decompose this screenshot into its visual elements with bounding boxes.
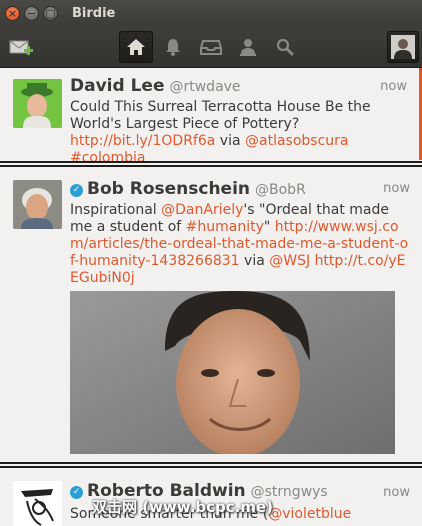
tweet-divider bbox=[0, 462, 422, 468]
author-handle[interactable]: @rtwdave bbox=[169, 79, 240, 95]
minimize-window-button[interactable]: − bbox=[24, 6, 39, 21]
tweet[interactable]: David Lee @rtwdave now Could This Surreal… bbox=[0, 68, 422, 166]
tweet-hashtag[interactable]: #humanity bbox=[186, 219, 264, 235]
avatar[interactable] bbox=[13, 180, 62, 229]
tweet-media-image[interactable] bbox=[70, 291, 395, 454]
tweet-time: now bbox=[383, 485, 410, 500]
timeline[interactable]: David Lee @rtwdave now Could This Surreal… bbox=[0, 68, 422, 526]
maximize-window-button[interactable]: □ bbox=[43, 6, 58, 21]
author-name[interactable]: David Lee @rtwdave bbox=[70, 76, 241, 96]
watermark: 双击网 (www.bcpc.me) bbox=[92, 498, 274, 516]
tweet-divider bbox=[0, 161, 422, 167]
author-name[interactable]: ✓ Bob Rosenschein @BobR bbox=[70, 179, 306, 199]
tweet-time: now bbox=[383, 181, 410, 196]
tweet-link[interactable]: http://bit.ly/1ODRf6a bbox=[70, 133, 215, 149]
tweet-text: Inspirational @DanAriely's "Ordeal that … bbox=[70, 202, 409, 286]
verified-badge-icon: ✓ bbox=[70, 486, 83, 499]
verified-badge-icon: ✓ bbox=[70, 184, 83, 197]
profile-icon[interactable] bbox=[231, 31, 265, 63]
inbox-icon[interactable] bbox=[194, 31, 228, 63]
author-handle[interactable]: @BobR bbox=[255, 182, 306, 198]
close-window-button[interactable]: × bbox=[5, 6, 20, 21]
tweet[interactable]: ✓ Bob Rosenschein @BobR now Inspirational … bbox=[0, 168, 422, 460]
avatar[interactable] bbox=[13, 79, 62, 128]
tweet-mention[interactable]: @DanAriely bbox=[161, 202, 243, 218]
window-title: Birdie bbox=[72, 6, 116, 21]
tweet-text: Could This Surreal Terracotta House Be t… bbox=[70, 99, 371, 166]
account-avatar[interactable] bbox=[387, 31, 419, 63]
search-icon[interactable] bbox=[268, 31, 302, 63]
title-bar: × − □ Birdie bbox=[0, 0, 422, 27]
home-icon[interactable] bbox=[119, 31, 153, 63]
tweet-mention[interactable]: @atlasobscura bbox=[245, 133, 348, 149]
mentions-icon[interactable] bbox=[156, 31, 190, 63]
tweet-mention[interactable]: @violetblue bbox=[268, 506, 351, 522]
compose-icon[interactable] bbox=[4, 31, 38, 63]
avatar[interactable] bbox=[13, 481, 62, 526]
tweet-time: now bbox=[380, 79, 407, 94]
tweet-mention[interactable]: @WSJ bbox=[269, 253, 310, 269]
toolbar bbox=[0, 27, 422, 68]
